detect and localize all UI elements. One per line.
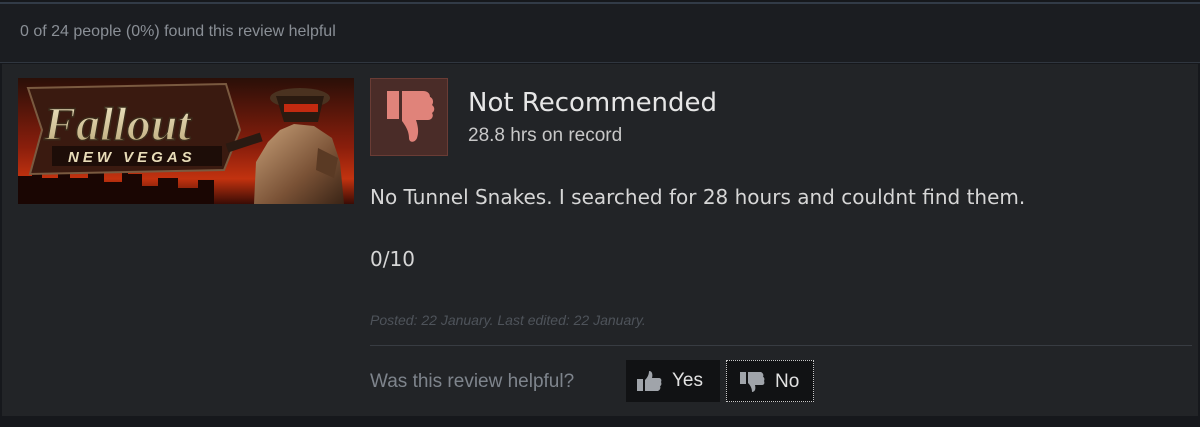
game-logo-title: Fallout [43, 98, 192, 151]
review-card: Fallout NEW VEGAS Not Recommended 28.8 h… [2, 64, 1198, 416]
recommendation-verdict[interactable]: Not Recommended [468, 88, 717, 118]
helpful-summary-text: 0 of 24 people (0%) found this review he… [20, 23, 336, 40]
game-banner[interactable]: Fallout NEW VEGAS [18, 78, 354, 204]
game-banner-image: Fallout NEW VEGAS [18, 78, 354, 204]
review-body-line: No Tunnel Snakes. I searched for 28 hour… [370, 185, 1026, 209]
vote-yes-label: Yes [672, 370, 703, 391]
thumbs-down-icon [387, 91, 435, 142]
thumbs-up-icon [637, 371, 662, 391]
not-recommended-badge [370, 78, 448, 156]
review-score-line: 0/10 [370, 247, 415, 271]
game-logo-subtitle: NEW VEGAS [68, 149, 196, 166]
posted-date: Posted: 22 January. Last edited: 22 Janu… [370, 312, 646, 328]
helpful-summary-bar: 0 of 24 people (0%) found this review he… [0, 4, 1200, 63]
divider [370, 345, 1192, 346]
thumbs-down-icon [740, 372, 765, 392]
vote-no-label: No [775, 371, 800, 392]
helpful-question: Was this review helpful? [370, 371, 575, 392]
review-page: 0 of 24 people (0%) found this review he… [0, 0, 1200, 427]
vote-no-button[interactable]: No [726, 360, 814, 402]
hours-on-record: 28.8 hrs on record [468, 125, 623, 146]
vote-yes-button[interactable]: Yes [626, 360, 720, 402]
